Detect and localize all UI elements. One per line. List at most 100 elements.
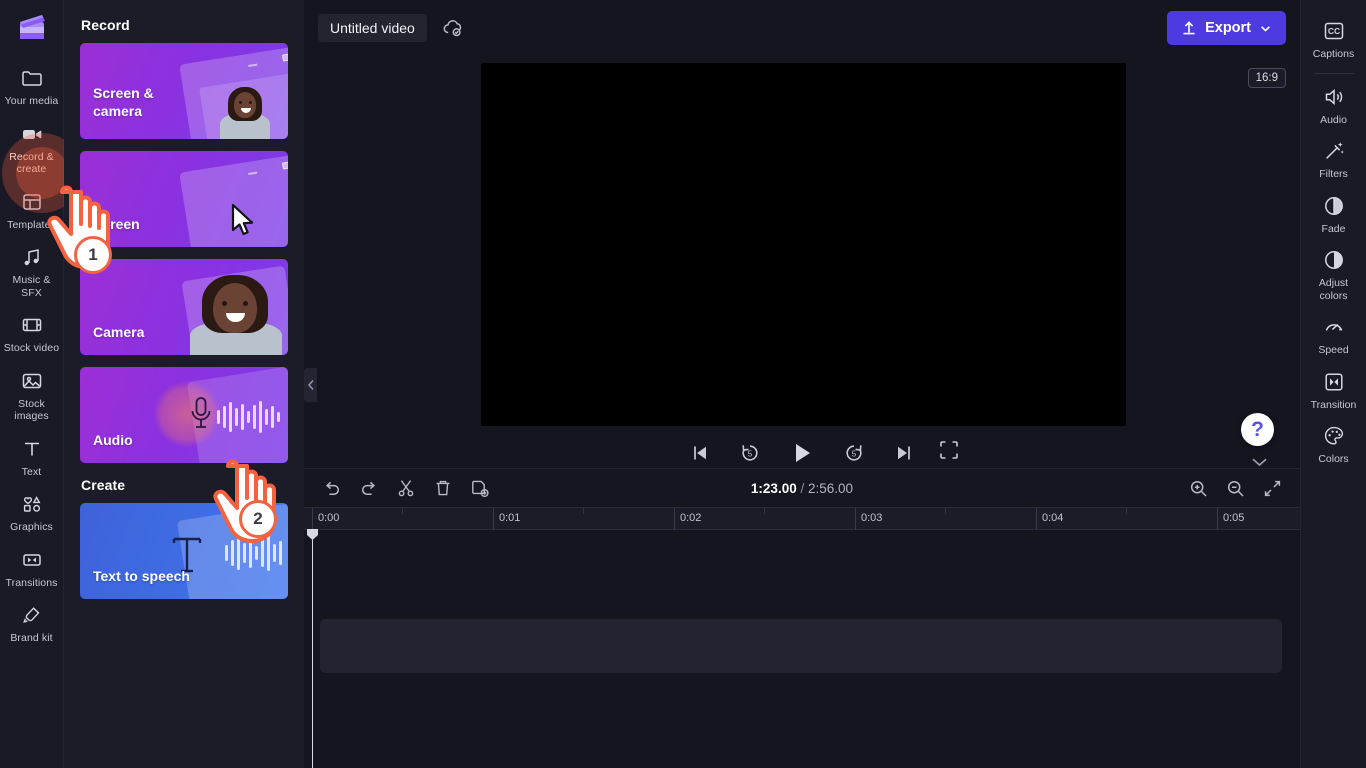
card-label: Screen (93, 216, 140, 232)
playhead[interactable] (307, 529, 318, 768)
help-button-label: ? (1251, 418, 1264, 441)
export-button[interactable]: Export (1167, 11, 1286, 45)
right-properties-rail: CC Captions Audio Filters Fade Adjust co… (1300, 0, 1366, 768)
tab-speed[interactable]: Speed (1301, 308, 1366, 363)
ruler-tick-label: 0:02 (680, 512, 702, 524)
tab-colors[interactable]: Colors (1301, 417, 1366, 472)
sidebar-item-stock-images[interactable]: Stock images (0, 361, 64, 429)
brand-kit-icon (19, 602, 45, 628)
waveform-graphic (225, 535, 282, 571)
video-camera-icon (19, 121, 45, 147)
undo-button[interactable] (322, 478, 342, 498)
transition-square-icon (1322, 369, 1346, 395)
zoom-in-icon (1190, 480, 1207, 497)
rewind-5-button[interactable]: 5 (738, 441, 762, 465)
sidebar-item-your-media[interactable]: Your media (0, 58, 64, 114)
redo-icon (361, 481, 376, 495)
sidebar-item-templates[interactable]: Templates (0, 182, 64, 238)
time-separator: / (800, 480, 805, 496)
text-t-icon (19, 436, 45, 462)
tab-label: Transition (1310, 398, 1357, 411)
chevron-down-icon (1252, 458, 1267, 467)
captions-cc-icon: CC (1322, 18, 1346, 44)
tab-audio[interactable]: Audio (1301, 78, 1366, 133)
redo-button[interactable] (359, 478, 379, 498)
sidebar-item-label: Music & SFX (12, 274, 51, 299)
delete-button[interactable] (433, 478, 453, 498)
tab-captions[interactable]: CC Captions (1301, 12, 1366, 67)
panel-heading-record: Record (81, 17, 130, 33)
sidebar-item-stock-video[interactable]: Stock video (0, 305, 64, 361)
split-button[interactable] (396, 478, 416, 498)
timeline-track-slot[interactable] (320, 619, 1282, 673)
speaker-icon (1322, 84, 1346, 110)
rewind-5-icon: 5 (742, 445, 758, 461)
step-badge-2: 2 (239, 500, 277, 538)
play-button[interactable] (789, 440, 815, 466)
timeline-tracks[interactable] (304, 529, 1300, 768)
tab-label: Speed (1318, 344, 1349, 356)
project-title-input[interactable]: Untitled video (318, 14, 427, 42)
svg-text:CC: CC (1327, 26, 1339, 36)
sidebar-item-transitions[interactable]: Transitions (0, 540, 64, 596)
panel-heading-create: Create (81, 477, 126, 493)
undo-icon (325, 481, 340, 495)
folder-icon (19, 65, 45, 91)
save-status-badge[interactable] (441, 16, 465, 40)
sidebar-item-graphics[interactable]: Graphics (0, 484, 64, 540)
duplicate-button[interactable] (470, 478, 490, 498)
tab-label: Audio (1320, 113, 1347, 126)
top-bar: Untitled video Export (304, 0, 1300, 56)
fullscreen-button[interactable] (938, 439, 960, 466)
tab-fade[interactable]: Fade (1301, 187, 1366, 242)
aspect-ratio-badge[interactable]: 16:9 (1247, 68, 1286, 88)
clipchamp-logo-icon[interactable] (15, 10, 49, 44)
skip-to-start-button[interactable] (689, 442, 711, 464)
sidebar-item-record-and-create[interactable]: Record & create (0, 114, 64, 182)
sidebar-item-text[interactable]: Text (0, 429, 64, 485)
screen-card[interactable]: Screen (80, 151, 288, 247)
collapse-panel-button[interactable] (304, 368, 317, 402)
sidebar-item-brand-kit[interactable]: Brand kit (0, 595, 64, 651)
music-note-icon (19, 244, 45, 270)
current-time: 1:23.00 (750, 480, 797, 496)
trash-icon (436, 480, 450, 496)
timeline-toolbar: 1:23.00 / 2:56.00 (304, 468, 1300, 507)
video-preview[interactable] (481, 63, 1126, 426)
collapse-preview-button[interactable] (1251, 454, 1268, 472)
grid-template-icon (19, 189, 45, 215)
fade-circle-icon (1322, 193, 1346, 219)
sidebar-item-music-and-sfx[interactable]: Music & SFX (0, 237, 64, 305)
skip-forward-icon (898, 446, 910, 460)
sidebar-item-label: Record & create (9, 150, 54, 176)
zoom-in-button[interactable] (1189, 479, 1208, 498)
skip-to-end-button[interactable] (893, 442, 915, 464)
tab-transition[interactable]: Transition (1301, 363, 1366, 418)
waveform-graphic (217, 401, 280, 433)
film-strip-icon (19, 312, 45, 338)
tab-adjust-colors[interactable]: Adjust colors (1301, 241, 1366, 308)
left-nav-rail: Your media Record & create Templates Mus… (0, 0, 64, 768)
timeline-ruler[interactable]: 0:00 0:01 0:02 0:03 0:04 0:05 (304, 507, 1300, 531)
record-and-create-panel: Record Screen & camera Screen Camera Aud… (64, 0, 304, 768)
zoom-out-button[interactable] (1226, 479, 1245, 498)
fit-to-screen-button[interactable] (1263, 479, 1282, 498)
forward-5-button[interactable]: 5 (842, 441, 866, 465)
help-button[interactable]: ? (1241, 413, 1274, 446)
export-button-label: Export (1205, 20, 1251, 36)
sidebar-item-label: Brand kit (10, 632, 53, 644)
ruler-tick-label: 0:01 (499, 512, 521, 524)
audio-card[interactable]: Audio (80, 367, 288, 463)
scissors-icon (398, 480, 414, 497)
screen-and-camera-card[interactable]: Screen & camera (80, 43, 288, 139)
camera-card[interactable]: Camera (80, 259, 288, 355)
chevron-down-icon (1261, 25, 1270, 32)
timeline-time-readout: 1:23.00 / 2:56.00 (304, 481, 1300, 496)
clipchamp-editor: Your media Record & create Templates Mus… (0, 0, 1366, 768)
sidebar-item-label: Stock video (3, 342, 60, 354)
skip-back-icon (694, 446, 706, 460)
tab-filters[interactable]: Filters (1301, 132, 1366, 187)
transition-icon (19, 547, 45, 573)
upload-icon (1183, 21, 1195, 35)
palette-icon (1322, 423, 1346, 449)
